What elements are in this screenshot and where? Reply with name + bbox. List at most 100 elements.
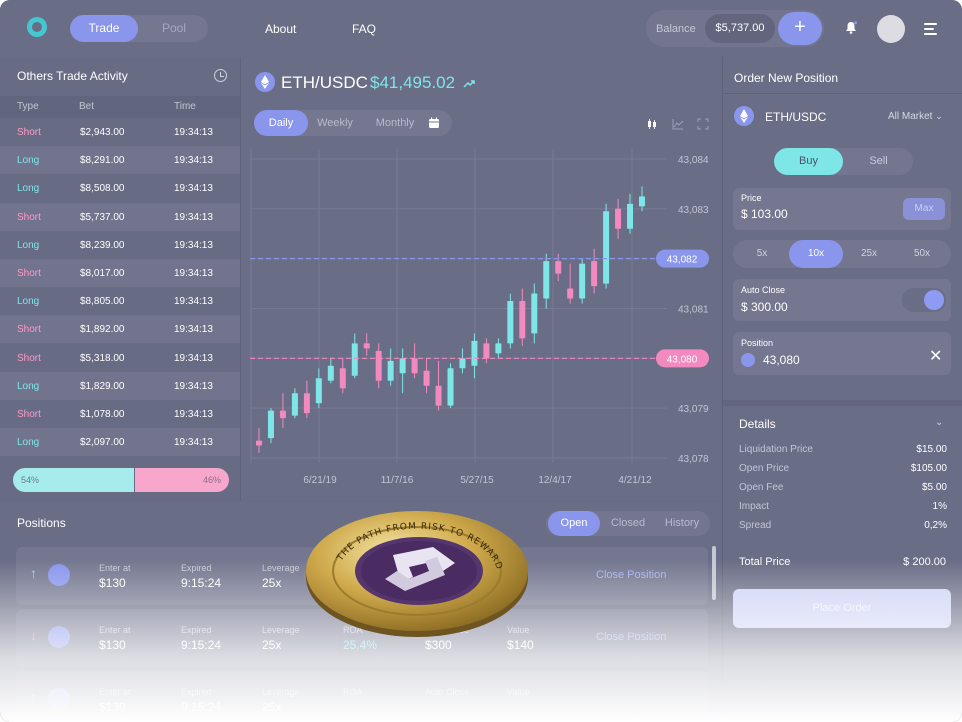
add-funds-button[interactable]: + bbox=[778, 12, 822, 45]
close-position-button[interactable]: Close Position bbox=[596, 631, 666, 643]
buy-sell-switch: Buy Sell bbox=[774, 148, 913, 175]
trade-bet: $5,318.00 bbox=[80, 352, 125, 364]
trade-time: 19:34:13 bbox=[174, 127, 213, 138]
sell-button[interactable]: Sell bbox=[844, 148, 913, 175]
fullscreen-icon[interactable] bbox=[697, 118, 709, 130]
trend-up-icon bbox=[463, 80, 475, 88]
tab-pool[interactable]: Pool bbox=[140, 15, 208, 42]
position-field-label: ROA bbox=[343, 687, 363, 697]
close-icon[interactable]: ✕ bbox=[929, 346, 942, 366]
balance-label: Balance bbox=[656, 23, 696, 35]
candle bbox=[435, 385, 442, 406]
price-value[interactable]: $ 103.00 bbox=[741, 207, 788, 221]
tab-closed[interactable]: Closed bbox=[602, 511, 654, 536]
details-title: Details bbox=[739, 417, 776, 431]
table-row: Short $1,078.00 19:34:13 bbox=[0, 400, 240, 428]
mode-switch: Trade Pool bbox=[70, 15, 208, 42]
position-field-label: Expired bbox=[181, 563, 212, 573]
position-field-label: Value bbox=[507, 687, 530, 697]
menu-icon[interactable] bbox=[924, 23, 937, 35]
leverage-option[interactable]: 50x bbox=[895, 240, 949, 268]
trade-type: Short bbox=[17, 268, 41, 279]
tab-history[interactable]: History bbox=[656, 511, 708, 536]
table-row: Long $8,291.00 19:34:13 bbox=[0, 146, 240, 175]
trade-type: Long bbox=[17, 437, 40, 449]
position-value[interactable]: 43,080 bbox=[763, 353, 800, 367]
trade-time: 19:34:13 bbox=[174, 352, 213, 364]
table-row: Long $1,829.00 19:34:13 bbox=[0, 371, 240, 400]
avatar[interactable] bbox=[877, 15, 905, 43]
detail-value: 1% bbox=[932, 501, 947, 512]
auto-close-toggle[interactable] bbox=[902, 288, 946, 312]
leverage-option[interactable]: 25x bbox=[842, 240, 896, 268]
balance-widget: Balance $5,737.00 + bbox=[646, 10, 824, 47]
market-select[interactable]: All Market ⌄ bbox=[888, 111, 943, 122]
calendar-icon[interactable] bbox=[428, 117, 440, 129]
nav-about[interactable]: About bbox=[265, 22, 296, 36]
nav-faq[interactable]: FAQ bbox=[352, 22, 376, 36]
panel-title: Others Trade Activity bbox=[17, 69, 128, 83]
y-tick-label: 43,078 bbox=[678, 454, 709, 465]
tab-weekly[interactable]: Weekly bbox=[310, 110, 360, 136]
detail-value: $105.00 bbox=[910, 463, 947, 474]
table-row: Long $8,805.00 19:34:13 bbox=[0, 287, 240, 315]
y-tick-label: 43,084 bbox=[678, 155, 709, 166]
ethereum-icon bbox=[48, 688, 70, 710]
position-field-value: $130 bbox=[99, 700, 126, 714]
position-field-value: $130 bbox=[99, 576, 126, 590]
direction-icon: ↓ bbox=[30, 627, 37, 643]
position-field-value: $140 bbox=[507, 638, 534, 652]
positions-title: Positions bbox=[17, 516, 66, 530]
column-header: Bet bbox=[79, 101, 95, 112]
candlestick-icon[interactable] bbox=[646, 118, 658, 130]
trade-bet: $1,829.00 bbox=[80, 380, 125, 392]
chevron-down-icon[interactable]: ⌄ bbox=[935, 417, 943, 428]
leverage-option[interactable]: 10x bbox=[789, 240, 843, 268]
line-chart-icon[interactable] bbox=[672, 118, 684, 130]
direction-icon: ↑ bbox=[30, 689, 37, 705]
y-tick-label: 43,079 bbox=[678, 404, 709, 415]
detail-value: $15.00 bbox=[916, 444, 947, 455]
tab-trade[interactable]: Trade bbox=[70, 15, 138, 42]
position-field-value: 25.4% bbox=[343, 638, 378, 652]
position-field-label: Leverage bbox=[262, 687, 300, 697]
place-order-button[interactable]: Place Order bbox=[733, 589, 951, 628]
candle bbox=[543, 261, 550, 299]
candle bbox=[303, 393, 310, 414]
tab-open[interactable]: Open bbox=[548, 511, 600, 536]
tab-daily[interactable]: Daily bbox=[254, 110, 308, 136]
x-tick-label: 6/21/19 bbox=[303, 475, 337, 486]
trade-activity-panel: Others Trade Activity Type Bet Time Shor… bbox=[0, 57, 241, 501]
trade-bet: $1,892.00 bbox=[80, 324, 125, 336]
candle bbox=[567, 288, 574, 299]
candle bbox=[387, 360, 394, 381]
position-field-label: Auto Close bbox=[425, 687, 470, 697]
trade-time: 19:34:13 bbox=[174, 437, 213, 449]
detail-key: Spread bbox=[739, 520, 772, 531]
total-label: Total Price bbox=[739, 556, 791, 568]
clock-icon[interactable] bbox=[214, 69, 227, 82]
scrollbar[interactable] bbox=[712, 546, 716, 600]
trade-time: 19:34:13 bbox=[174, 409, 213, 420]
column-header: Time bbox=[174, 101, 196, 112]
tab-monthly[interactable]: Monthly bbox=[364, 110, 426, 136]
position-field-value: 25x bbox=[262, 576, 282, 590]
trade-type: Short bbox=[17, 127, 41, 138]
leverage-option[interactable]: 5x bbox=[735, 240, 789, 268]
leverage-selector: 5x 10x 25x 50x bbox=[733, 240, 951, 268]
max-button[interactable]: Max bbox=[903, 198, 945, 220]
close-position-button[interactable]: Close Position bbox=[596, 569, 666, 581]
trade-bet: $1,078.00 bbox=[80, 409, 125, 420]
candle bbox=[327, 365, 334, 381]
position-field-value: 9:15:24 bbox=[181, 700, 222, 714]
candle bbox=[507, 301, 514, 344]
buy-button[interactable]: Buy bbox=[774, 148, 843, 175]
bell-icon[interactable] bbox=[845, 21, 857, 34]
position-row[interactable]: ↑ Enter at $130 Expired 9:15:24 Leverage 25x RO… bbox=[16, 671, 708, 722]
x-tick-label: 11/7/16 bbox=[381, 475, 414, 486]
price-field[interactable]: Price $ 103.00 Max bbox=[733, 188, 951, 230]
auto-close-value[interactable]: $ 300.00 bbox=[741, 300, 788, 314]
table-row: Short $1,892.00 19:34:13 bbox=[0, 315, 240, 344]
direction-icon: ↑ bbox=[30, 565, 37, 581]
candle bbox=[531, 293, 538, 334]
